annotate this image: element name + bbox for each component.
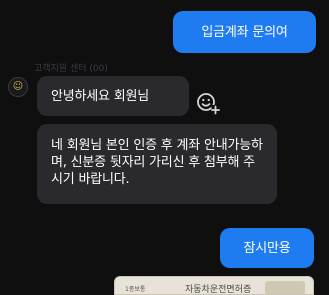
avatar-icon[interactable]: ☺	[8, 77, 28, 97]
add-reaction-icon[interactable]	[196, 92, 220, 116]
message-text: 입금계좌 문의여	[201, 24, 288, 40]
license-title: 자동차운전면허증	[185, 285, 252, 295]
incoming-message[interactable]: 네 회원님 본인 인증 후 계좌 안내가능하며, 신분증 뒷자리 가리신 후 첨…	[37, 124, 277, 204]
incoming-message[interactable]: 안녕하세요 회원님	[37, 76, 189, 116]
outgoing-message[interactable]: 잠시만용	[220, 228, 314, 268]
license-type-label: 1종보통	[125, 286, 146, 293]
chat-thread: 입금계좌 문의여 ☺ 고객지원 센터 (00) 안녕하세요 회원님 네 회원님 …	[0, 0, 329, 295]
outgoing-message[interactable]: 입금계좌 문의여	[173, 11, 316, 53]
message-text: 네 회원님 본인 인증 후 계좌 안내가능하며, 신분증 뒷자리 가리신 후 첨…	[51, 138, 263, 187]
sender-name: 고객지원 센터 (00)	[34, 64, 108, 74]
message-text: 잠시만용	[243, 240, 291, 256]
image-attachment[interactable]: 1종보통 자동차운전면허증	[114, 276, 314, 295]
message-text: 안녕하세요 회원님	[51, 88, 150, 104]
card-stripe	[265, 281, 305, 294]
